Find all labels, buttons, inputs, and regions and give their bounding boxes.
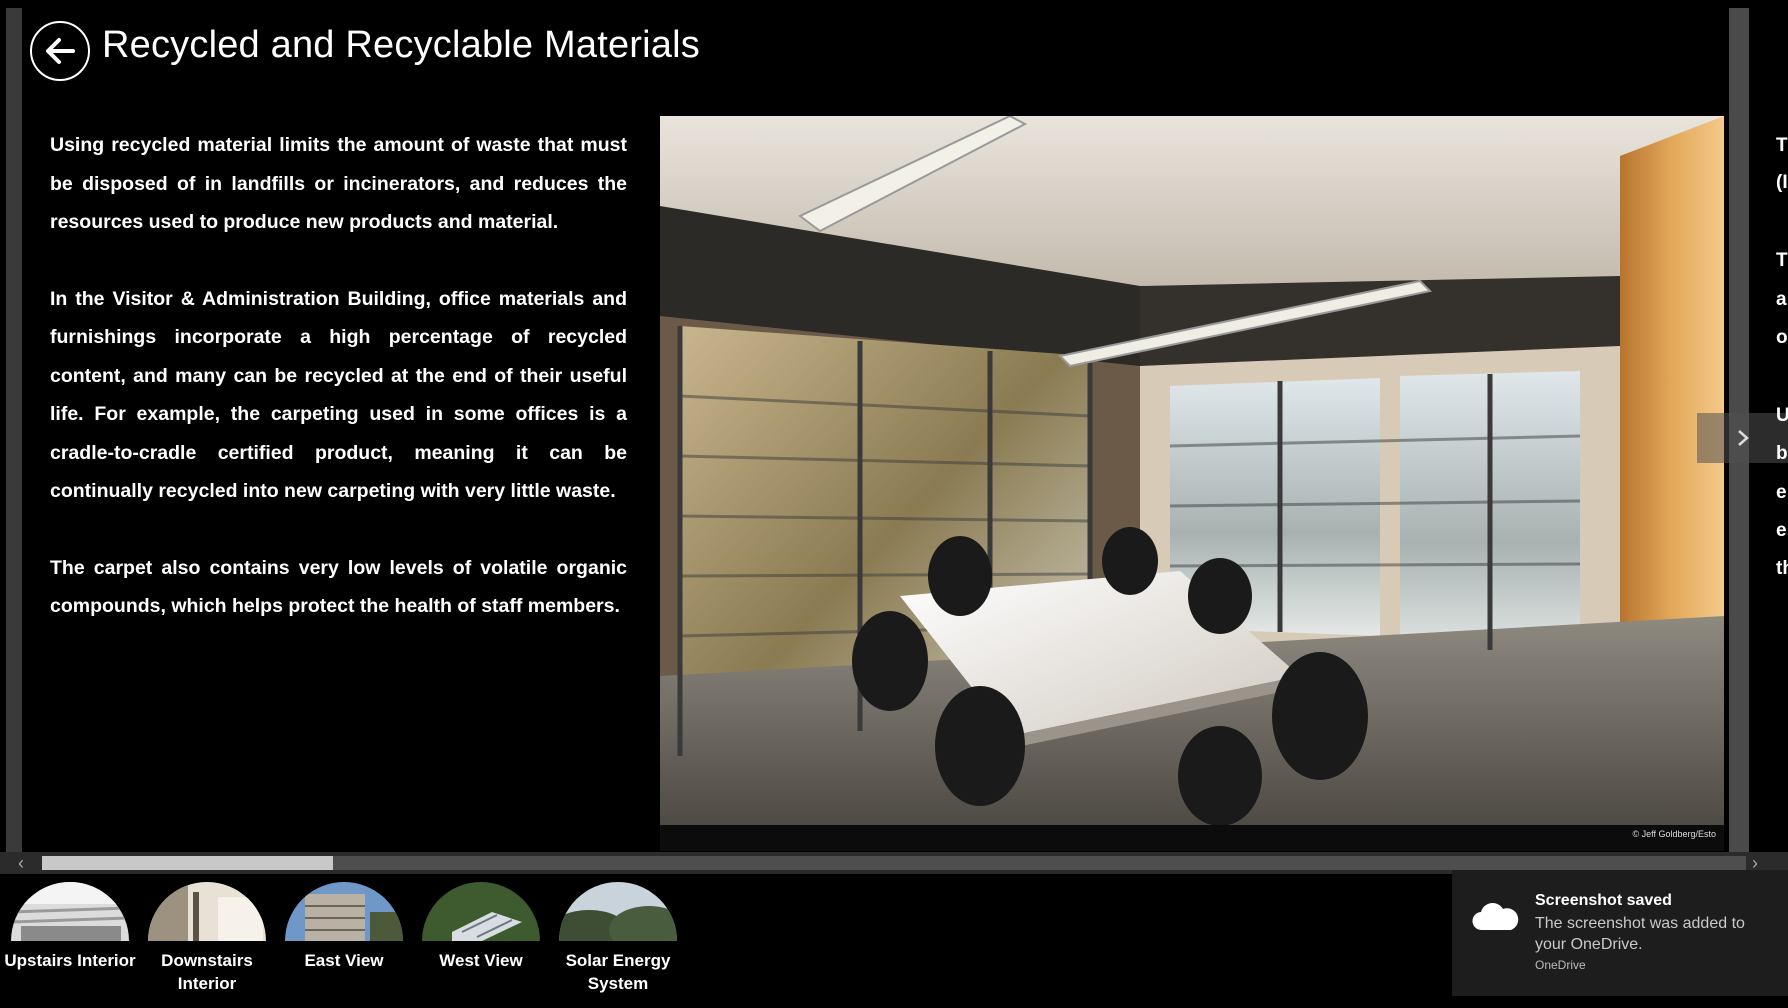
page-title: Recycled and Recyclable Materials (102, 24, 700, 66)
thumbnail-label: Upstairs Interior (4, 951, 136, 970)
next-page-preview-text: a (1776, 289, 1787, 310)
next-page-preview-text: U (1776, 405, 1788, 426)
thumbnail-image (559, 882, 677, 941)
next-page-preview-text: (I (1776, 172, 1788, 193)
screenshot-toast[interactable]: Screenshot saved The screenshot was adde… (1452, 870, 1788, 996)
thumbnail-label: West View (439, 951, 523, 970)
thumbnail-east-view[interactable]: East View (274, 882, 414, 972)
thumbnail-label: Solar Energy System (565, 951, 671, 993)
next-page-button[interactable] (1697, 413, 1788, 463)
thumbnail-image (422, 882, 540, 941)
thumbnail-west-view[interactable]: West View (411, 882, 551, 972)
next-page-preview-text: e (1776, 520, 1787, 541)
next-page-preview-text: b (1776, 443, 1788, 464)
toast-source: OneDrive (1535, 958, 1586, 972)
chevron-right-icon (1737, 430, 1749, 446)
toast-title: Screenshot saved (1535, 892, 1672, 909)
article-paragraph: The carpet also contains very low levels… (50, 556, 627, 618)
thumbnail-strip: Upstairs Interior Downstairs Interior Ea… (0, 874, 700, 1008)
next-page-preview-text: T (1776, 250, 1788, 271)
conference-room-photo (660, 116, 1724, 825)
thumbnail-label: Downstairs Interior (161, 951, 253, 993)
next-page-preview-text: th (1776, 558, 1788, 579)
next-page-preview-text: e (1776, 482, 1787, 503)
thumbnail-image (148, 882, 266, 941)
thumbnail-label: East View (304, 951, 384, 970)
photo-credit: © Jeff Goldberg/Esto (1632, 829, 1716, 839)
cloud-icon (1472, 903, 1519, 931)
left-scroll-edge (6, 8, 22, 852)
thumbnail-image (285, 882, 403, 941)
toast-message: The screenshot was added to your OneDriv… (1535, 915, 1745, 953)
article-paragraph: Using recycled material limits the amoun… (50, 134, 627, 233)
thumbnail-upstairs-interior[interactable]: Upstairs Interior (0, 882, 140, 972)
back-button[interactable] (30, 21, 90, 81)
scroll-left-arrow-icon[interactable]: ‹ (18, 854, 24, 872)
thumbnail-solar-energy-system[interactable]: Solar Energy System (548, 882, 688, 995)
next-page-preview-text: o (1776, 327, 1788, 348)
back-arrow-icon (46, 38, 75, 64)
article-body: Using recycled material limits the amoun… (50, 126, 627, 664)
scrollbar-thumb[interactable] (42, 856, 333, 870)
thumbnail-downstairs-interior[interactable]: Downstairs Interior (137, 882, 277, 995)
photo-caption-strip: © Jeff Goldberg/Esto (660, 825, 1724, 851)
next-page-preview-text: T (1776, 135, 1788, 156)
left-gutter (0, 0, 24, 852)
article-paragraph: In the Visitor & Administration Building… (50, 287, 627, 503)
thumbnail-image (11, 882, 129, 941)
